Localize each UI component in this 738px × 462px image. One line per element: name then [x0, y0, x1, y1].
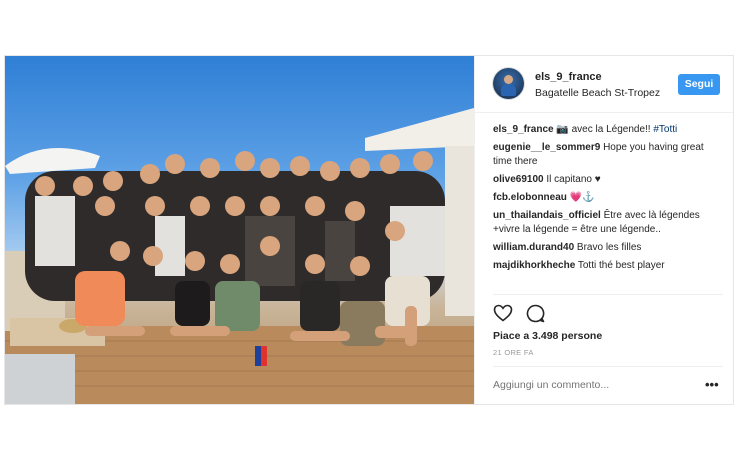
comment-username[interactable]: olive69100 [493, 174, 544, 185]
follow-button[interactable]: Segui [678, 74, 720, 95]
group-photo-illustration [5, 108, 474, 404]
post-timestamp: 21 ORE FA [493, 348, 534, 357]
post-photo[interactable] [5, 56, 474, 404]
caption-text: 📷 avec la Légende!! [556, 124, 654, 135]
comment-username[interactable]: william.durand40 [493, 242, 574, 253]
comment-text: 💗⚓ [569, 192, 595, 203]
add-comment-input[interactable] [493, 379, 693, 391]
likes-count[interactable]: Piace a 3.498 persone [493, 330, 602, 342]
comment-item: fcb.elobonneau 💗⚓ [493, 191, 721, 205]
comment-icon[interactable] [526, 304, 545, 323]
comment-text: Totti thé best player [577, 260, 665, 271]
add-comment-bar: ••• [493, 366, 723, 404]
comment-username[interactable]: un_thailandais_officiel [493, 210, 601, 221]
comment-item: william.durand40 Bravo les filles [493, 241, 721, 255]
post-side-panel: els_9_france Bagatelle Beach St-Tropez S… [474, 56, 733, 404]
caption-username[interactable]: els_9_france [493, 124, 554, 135]
post-username[interactable]: els_9_france [535, 71, 602, 83]
more-options-icon[interactable]: ••• [705, 377, 719, 392]
comments-list: els_9_france 📷 avec la Légende!! #Totti … [493, 123, 721, 277]
comment-username[interactable]: majdikhorkheche [493, 260, 575, 271]
comment-item: majdikhorkheche Totti thé best player [493, 259, 721, 273]
post-header: els_9_france Bagatelle Beach St-Tropez S… [475, 56, 733, 113]
comment-username[interactable]: fcb.elobonneau [493, 192, 567, 203]
post-actions [493, 294, 723, 325]
caption: els_9_france 📷 avec la Légende!! #Totti [493, 123, 721, 137]
comment-item: eugenie__le_sommer9 Hope you having grea… [493, 141, 721, 169]
caption-hashtag[interactable]: #Totti [653, 124, 677, 135]
heart-icon[interactable] [493, 304, 513, 322]
avatar[interactable] [493, 68, 524, 99]
comment-text: Bravo les filles [576, 242, 642, 253]
comment-item: un_thailandais_officiel Être avec là lég… [493, 209, 721, 237]
comment-text: Il capitano ♥ [546, 174, 601, 185]
comment-username[interactable]: eugenie__le_sommer9 [493, 142, 600, 153]
instagram-post-card: els_9_france Bagatelle Beach St-Tropez S… [4, 55, 734, 405]
post-location[interactable]: Bagatelle Beach St-Tropez [535, 87, 660, 99]
comment-item: olive69100 Il capitano ♥ [493, 173, 721, 187]
